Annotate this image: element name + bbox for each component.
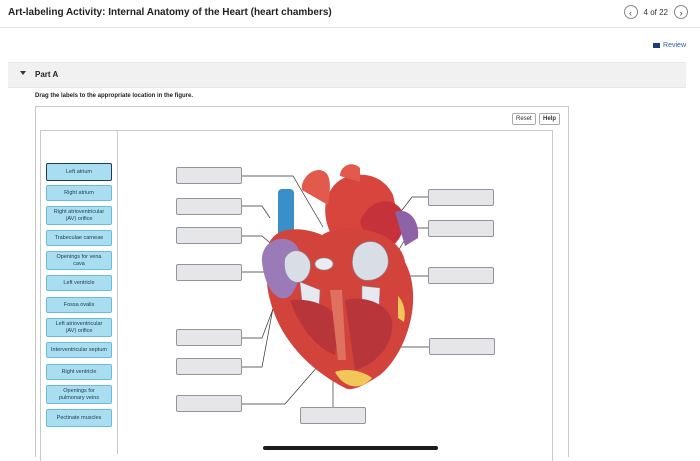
drop-target-11[interactable] [428, 267, 494, 284]
drop-target-3[interactable] [176, 227, 242, 244]
scrollbar[interactable] [263, 446, 438, 450]
drop-target-6[interactable] [176, 358, 242, 375]
drop-target-1[interactable] [176, 167, 242, 184]
drop-target-2[interactable] [176, 198, 242, 215]
heart-diagram [242, 164, 429, 408]
drop-target-12[interactable] [429, 338, 495, 355]
drop-target-10[interactable] [428, 220, 494, 237]
drop-target-9[interactable] [428, 189, 494, 206]
drop-target-7[interactable] [176, 395, 242, 412]
drop-target-4[interactable] [176, 264, 242, 281]
drop-target-5[interactable] [176, 329, 242, 346]
drop-target-8[interactable] [300, 407, 366, 424]
